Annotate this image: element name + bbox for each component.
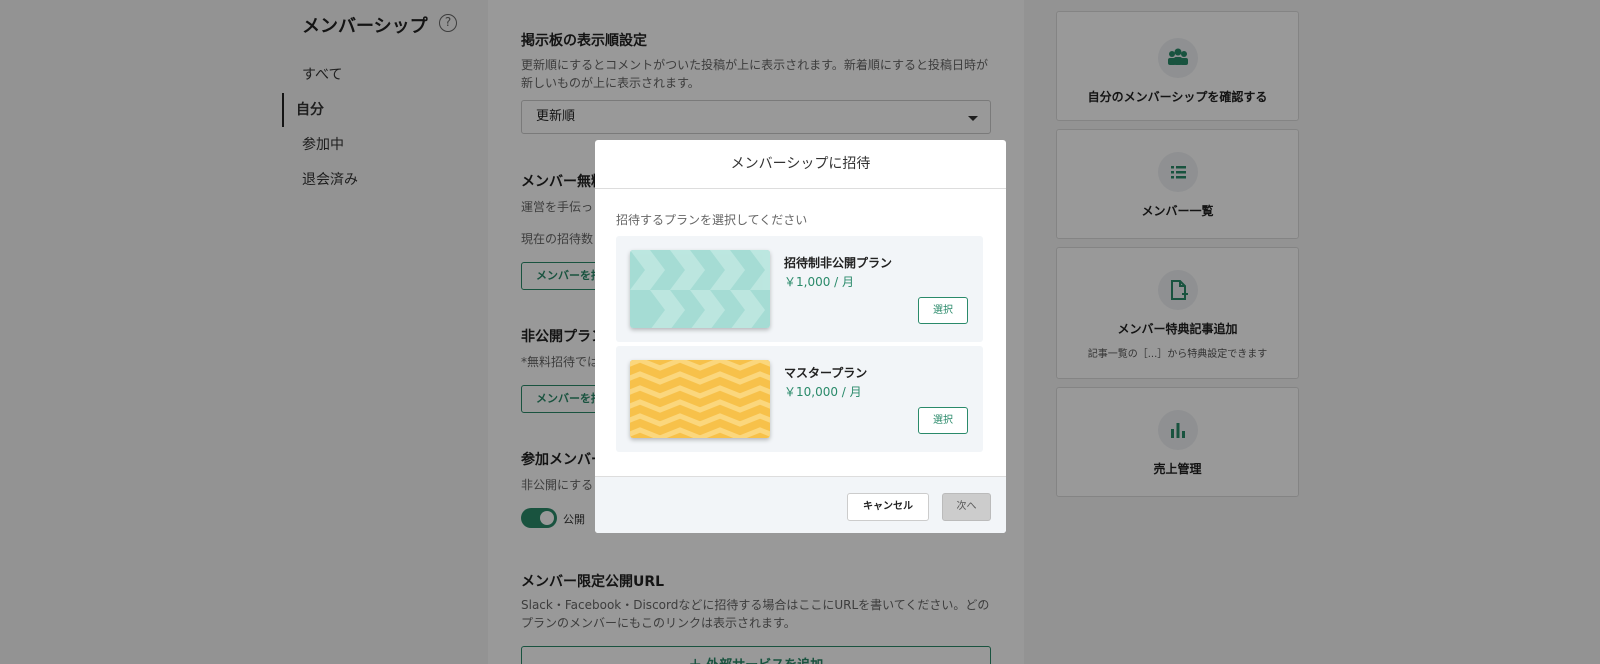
select-plan-button[interactable]: 選択 [918,297,968,324]
select-plan-button[interactable]: 選択 [918,407,968,434]
invite-modal: メンバーシップに招待 招待するプランを選択してください 招待制非公開プラン ￥1… [595,140,1006,533]
plan-name: 招待制非公開プラン [784,256,893,270]
plan-card: マスタープラン ￥10,000 / 月 選択 [616,346,983,452]
plan-name: マスタープラン [784,366,868,380]
plan-card: 招待制非公開プラン ￥1,000 / 月 選択 [616,236,983,342]
plan-price: ￥1,000 / 月 [784,275,855,289]
modal-footer: キャンセル 次へ [595,476,1006,533]
modal-title: メンバーシップに招待 [595,140,1006,189]
plan-price: ￥10,000 / 月 [784,385,862,399]
modal-body: 招待するプランを選択してください 招待制非公開プラン ￥1,000 / 月 選択… [595,189,1006,473]
modal-instruction: 招待するプランを選択してください [616,213,808,227]
cancel-button[interactable]: キャンセル [847,493,929,521]
next-button[interactable]: 次へ [942,493,991,521]
plan-thumbnail [630,360,770,438]
plan-thumbnail [630,250,770,328]
